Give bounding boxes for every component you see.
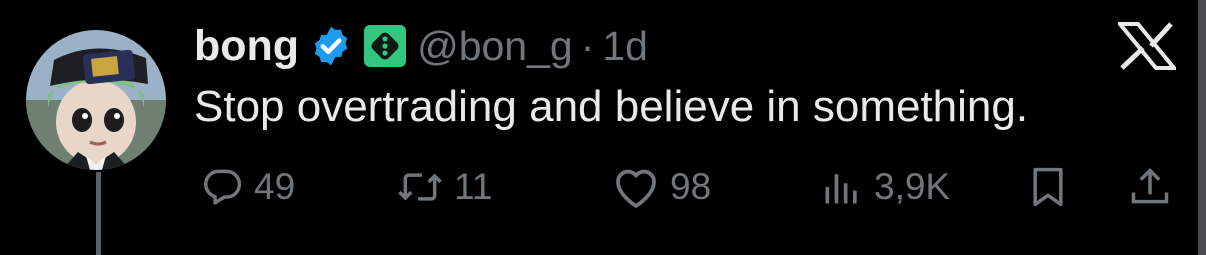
like-button[interactable]: 98 — [612, 160, 711, 214]
scrollbar[interactable] — [1198, 0, 1206, 255]
reply-button[interactable]: 49 — [200, 160, 295, 214]
post-time[interactable]: 1d — [602, 23, 648, 70]
bookmark-button[interactable] — [1026, 160, 1070, 214]
share-button[interactable] — [1128, 160, 1172, 214]
reply-count: 49 — [254, 166, 296, 207]
views-icon — [820, 165, 864, 209]
author-name[interactable]: bong — [194, 22, 299, 71]
views-count: 3,9K — [874, 166, 951, 207]
like-count: 98 — [670, 166, 712, 207]
affiliation-badge-icon[interactable] — [363, 24, 407, 68]
author-handle[interactable]: @bon_g — [417, 23, 573, 70]
avatar[interactable] — [26, 30, 166, 170]
x-logo-icon[interactable] — [1115, 22, 1179, 70]
reply-icon — [200, 165, 244, 209]
bookmark-icon — [1026, 165, 1070, 209]
retweet-button[interactable]: 11 — [396, 160, 492, 214]
views-button[interactable]: 3,9K — [820, 160, 950, 214]
share-icon — [1128, 165, 1172, 209]
verified-badge-icon[interactable] — [309, 24, 353, 68]
tweet-text: Stop overtrading and believe in somethin… — [194, 82, 1029, 131]
retweet-count: 11 — [454, 166, 493, 207]
retweet-icon — [396, 165, 444, 209]
heart-icon — [612, 165, 660, 209]
tweet-header: bong @bon_g · 1d — [194, 20, 648, 72]
action-bar: 49 11 98 3,9K — [0, 160, 1206, 214]
meta-separator: · — [580, 22, 595, 69]
